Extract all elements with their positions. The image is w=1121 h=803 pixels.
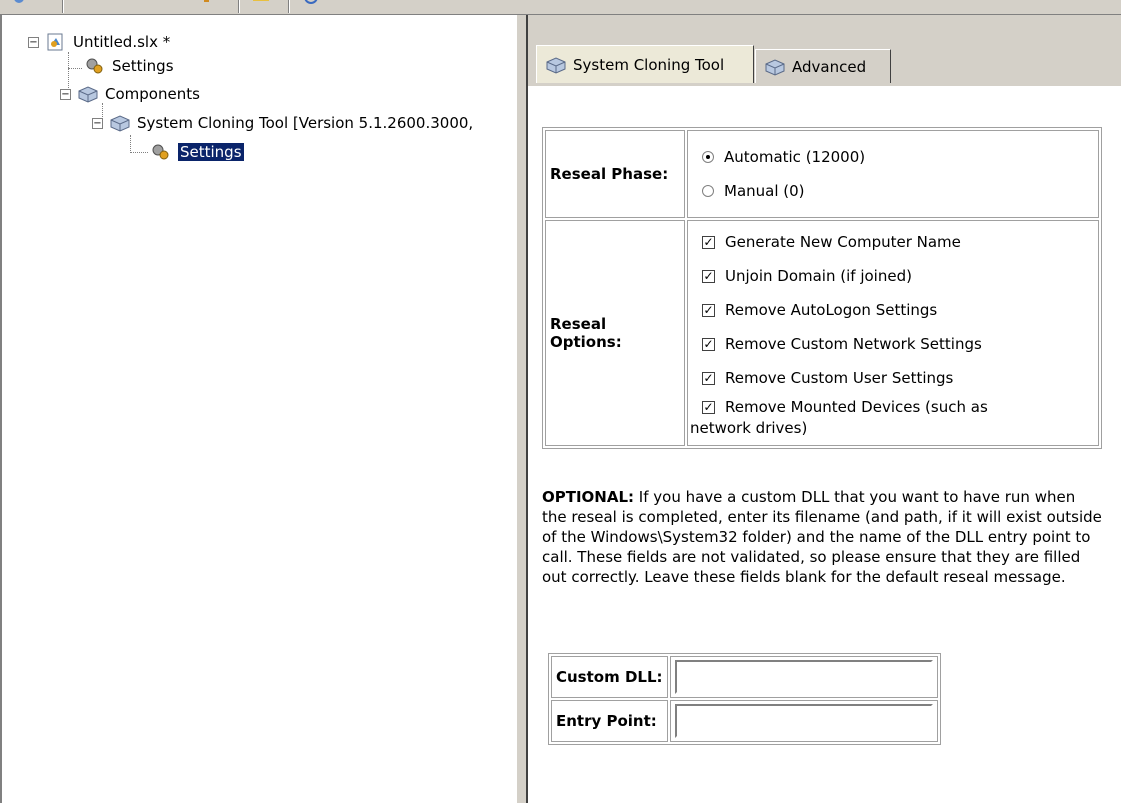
custom-dll-label: Custom DLL: bbox=[551, 656, 668, 698]
checkbox-label: Generate New Computer Name bbox=[725, 233, 961, 251]
tree-item-system-cloning-tool[interactable]: − System Cloning Tool [Version 5.1.2600.… bbox=[92, 114, 473, 132]
tree-line bbox=[130, 135, 131, 153]
radio-button[interactable] bbox=[702, 185, 714, 197]
checkbox-unjoin-domain[interactable]: ✓ Unjoin Domain (if joined) bbox=[688, 259, 1098, 293]
tree-tool-settings-label: Settings bbox=[177, 142, 245, 162]
checkbox-label: Remove AutoLogon Settings bbox=[725, 301, 938, 319]
radio-automatic[interactable]: Automatic (12000) bbox=[688, 140, 1098, 174]
tab-strip: System Cloning Tool Advanced bbox=[528, 15, 1121, 87]
tree-item-components[interactable]: − Components bbox=[60, 85, 200, 103]
tree-components-label: Components bbox=[105, 85, 200, 103]
tree-line bbox=[130, 152, 148, 153]
pane-splitter[interactable] bbox=[516, 15, 528, 803]
checkbox-remove-user-settings[interactable]: ✓ Remove Custom User Settings bbox=[688, 361, 1098, 395]
tab-divider bbox=[528, 86, 1121, 87]
checkbox-generate-computer-name[interactable]: ✓ Generate New Computer Name bbox=[688, 225, 1098, 259]
component-tree-pane[interactable]: − Untitled.slx * Settings − Components −… bbox=[0, 15, 516, 803]
tree-line bbox=[68, 68, 82, 69]
tab-label: Advanced bbox=[792, 57, 867, 76]
custom-dll-input[interactable] bbox=[674, 660, 933, 694]
checkbox-label-continued: network drives) bbox=[690, 419, 808, 437]
tree-item-settings[interactable]: Settings bbox=[84, 57, 174, 75]
reseal-options-label-line1: Reseal bbox=[550, 315, 607, 333]
checkbox-label: Remove Mounted Devices (such as bbox=[725, 398, 988, 416]
tab-label: System Cloning Tool bbox=[573, 55, 725, 74]
checkbox[interactable]: ✓ bbox=[702, 269, 715, 283]
collapse-toggle[interactable]: − bbox=[92, 117, 103, 129]
checkbox-remove-network-settings[interactable]: ✓ Remove Custom Network Settings bbox=[688, 327, 1098, 361]
key-icon[interactable] bbox=[198, 0, 216, 8]
component-view-icon[interactable] bbox=[160, 0, 178, 8]
tree-tool-label: System Cloning Tool [Version 5.1.2600.30… bbox=[137, 114, 474, 132]
toolbar-separator bbox=[62, 0, 64, 13]
entry-point-label: Entry Point: bbox=[551, 700, 668, 742]
component-icon bbox=[78, 86, 98, 103]
gears-icon bbox=[86, 58, 103, 74]
folder-icon[interactable] bbox=[252, 0, 270, 8]
optional-description: OPTIONAL: If you have a custom DLL that … bbox=[542, 487, 1102, 587]
custom-dll-table: Custom DLL: Entry Point: bbox=[548, 653, 941, 745]
tab-system-cloning-tool[interactable]: System Cloning Tool bbox=[536, 45, 754, 83]
reseal-options-label-line2: Options: bbox=[550, 333, 622, 351]
radio-button[interactable] bbox=[702, 151, 714, 163]
reseal-phase-label: Reseal Phase: bbox=[545, 130, 685, 218]
component-tool-icon[interactable] bbox=[82, 0, 100, 8]
reseal-settings-table: Reseal Phase: Automatic (12000) Manual (… bbox=[542, 127, 1102, 449]
checkbox-remove-mounted-devices[interactable]: ✓ Remove Mounted Devices (such as bbox=[688, 395, 1098, 419]
checkbox-remove-autologon[interactable]: ✓ Remove AutoLogon Settings bbox=[688, 293, 1098, 327]
radio-manual-label: Manual (0) bbox=[724, 182, 805, 200]
answer-file-icon bbox=[47, 33, 63, 51]
collapse-toggle[interactable]: − bbox=[60, 88, 71, 100]
checkbox-label: Remove Custom User Settings bbox=[725, 369, 954, 387]
optional-heading: OPTIONAL: bbox=[542, 488, 635, 506]
tree-item-root[interactable]: − Untitled.slx * bbox=[28, 33, 170, 51]
checkbox[interactable]: ✓ bbox=[702, 337, 715, 351]
checkbox-label: Remove Custom Network Settings bbox=[725, 335, 982, 353]
toolbar-separator bbox=[238, 0, 240, 13]
tab-advanced[interactable]: Advanced bbox=[755, 49, 891, 83]
tree-settings-label: Settings bbox=[112, 57, 174, 75]
reseal-options-row: Reseal Options: ✓ Generate New Computer … bbox=[545, 220, 1099, 446]
checkbox[interactable]: ✓ bbox=[702, 371, 715, 385]
radio-manual[interactable]: Manual (0) bbox=[688, 174, 1098, 208]
component-add-icon[interactable] bbox=[116, 0, 134, 8]
checkbox-label: Unjoin Domain (if joined) bbox=[725, 267, 912, 285]
reseal-options-label: Reseal Options: bbox=[545, 220, 685, 446]
collapse-toggle[interactable]: − bbox=[28, 36, 39, 48]
reseal-phase-row: Reseal Phase: Automatic (12000) Manual (… bbox=[545, 130, 1099, 218]
tree-item-tool-settings[interactable]: Settings bbox=[150, 142, 245, 162]
component-icon bbox=[110, 115, 130, 132]
toolbar bbox=[0, 0, 1121, 15]
component-icon bbox=[765, 58, 785, 76]
entry-point-input[interactable] bbox=[674, 704, 933, 738]
component-icon bbox=[546, 56, 566, 74]
help-icon[interactable] bbox=[302, 0, 320, 8]
checkbox[interactable]: ✓ bbox=[702, 235, 715, 249]
checkbox[interactable]: ✓ bbox=[702, 400, 715, 414]
radio-automatic-label: Automatic (12000) bbox=[724, 148, 866, 166]
toolbar-separator bbox=[288, 0, 290, 13]
checkbox[interactable]: ✓ bbox=[702, 303, 715, 317]
gears-icon bbox=[152, 144, 169, 160]
tree-root-label: Untitled.slx * bbox=[73, 33, 171, 51]
search-tool-icon[interactable] bbox=[10, 0, 28, 8]
settings-pane: System Cloning Tool Advanced Reseal Phas… bbox=[528, 15, 1121, 803]
